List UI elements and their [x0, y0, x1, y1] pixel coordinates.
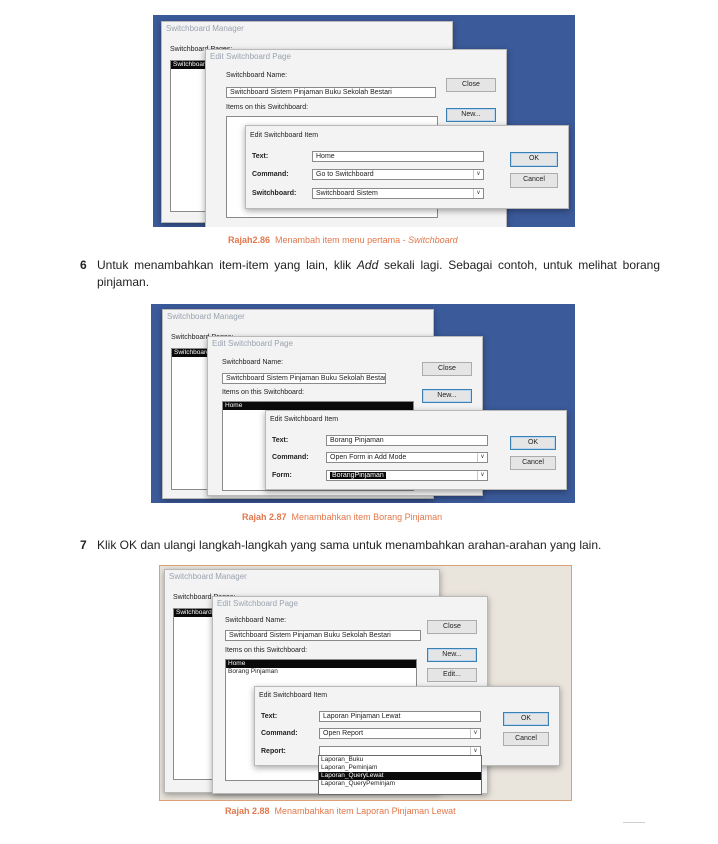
text-input[interactable]: Borang Pinjaman	[326, 435, 488, 446]
window-title: Switchboard Manager	[167, 312, 245, 321]
step-6: 6 Untuk menambahkan item-item yang lain,…	[80, 257, 660, 291]
step-text-a: Untuk menambahkan item-item yang lain, k…	[97, 258, 357, 272]
switchboard-name-input[interactable]: Switchboard Sistem Pinjaman Buku Sekolah…	[226, 87, 436, 98]
new-button[interactable]: New...	[446, 108, 496, 122]
list-item[interactable]: Home	[223, 402, 413, 410]
figure-1-caption: Rajah2.86 Menambah item menu pertama - S…	[228, 235, 458, 245]
items-label: Items on this Switchboard:	[222, 389, 305, 396]
close-button[interactable]: Close	[427, 620, 477, 634]
new-button[interactable]: New...	[427, 648, 477, 662]
command-label: Command:	[261, 730, 298, 737]
close-button[interactable]: Close	[446, 78, 496, 92]
command-select[interactable]: Go to Switchboard ∨	[312, 169, 484, 180]
command-select[interactable]: Open Form in Add Mode ∨	[326, 452, 488, 463]
caption-number: Rajah2.86	[228, 235, 271, 245]
step-number: 6	[80, 258, 87, 272]
window-title: Edit Switchboard Item	[270, 416, 339, 423]
switchboard-name-label: Switchboard Name:	[225, 617, 287, 624]
edit-switchboard-item-window: Edit Switchboard Item Text: Home Command…	[245, 125, 569, 209]
text-input[interactable]: Home	[312, 151, 484, 162]
text-input[interactable]: Laporan Pinjaman Lewat	[319, 711, 481, 722]
caption-emphasis: Switchboard	[408, 235, 458, 245]
report-dropdown-list[interactable]: Laporan_Buku Laporan_Peminjam Laporan_Qu…	[318, 755, 482, 795]
cancel-button[interactable]: Cancel	[510, 173, 558, 188]
window-title: Edit Switchboard Page	[212, 339, 293, 348]
caption-text: Menambahkan item Borang Pinjaman	[291, 512, 443, 522]
command-label: Command:	[272, 454, 309, 461]
window-title: Edit Switchboard Page	[217, 599, 298, 608]
dropdown-option[interactable]: Laporan_Peminjam	[319, 764, 481, 772]
caption-number: Rajah 2.87	[242, 512, 287, 522]
close-button[interactable]: Close	[422, 362, 472, 376]
form-value: BorangPinjaman	[330, 472, 386, 479]
figure-3-screenshot: Switchboard Manager Switchboard Pages: S…	[159, 565, 572, 801]
window-title: Switchboard Manager	[166, 24, 244, 33]
ok-button[interactable]: OK	[503, 712, 549, 726]
text-label: Text:	[252, 153, 269, 160]
edit-switchboard-item-window: Edit Switchboard Item Text: Laporan Pinj…	[254, 686, 560, 766]
switchboard-name-label: Switchboard Name:	[226, 72, 288, 79]
chevron-down-icon[interactable]: ∨	[477, 453, 487, 462]
form-label: Form:	[272, 472, 292, 479]
page-edge-curl	[623, 822, 645, 826]
list-item[interactable]: Home	[226, 660, 416, 668]
step-7: 7 Klik OK dan ulangi langkah-langkah yan…	[80, 537, 680, 554]
edit-switchboard-item-window: Edit Switchboard Item Text: Borang Pinja…	[265, 410, 567, 490]
command-value: Go to Switchboard	[316, 171, 374, 178]
caption-number: Rajah 2.88	[225, 806, 270, 816]
step-text-em: Add	[356, 258, 379, 272]
items-label: Items on this Switchboard:	[226, 104, 309, 111]
figure-2-screenshot: Switchboard Manager Switchboard Pages: S…	[151, 304, 575, 503]
form-select[interactable]: BorangPinjaman ∨	[326, 470, 488, 481]
command-label: Command:	[252, 171, 289, 178]
figure-1-screenshot: Switchboard Manager Switchboard Pages: S…	[153, 15, 575, 227]
edit-button[interactable]: Edit...	[427, 668, 477, 682]
chevron-down-icon[interactable]: ∨	[473, 189, 483, 198]
figure-2-caption: Rajah 2.87 Menambahkan item Borang Pinja…	[242, 512, 442, 522]
caption-text: Menambahkan item Laporan Pinjaman Lewat	[274, 806, 456, 816]
figure-3-caption: Rajah 2.88 Menambahkan item Laporan Pinj…	[225, 806, 456, 816]
window-title: Edit Switchboard Item	[259, 692, 328, 699]
switchboard-value: Switchboard Sistem	[316, 190, 378, 197]
window-title: Edit Switchboard Item	[250, 132, 319, 139]
items-label: Items on this Switchboard:	[225, 647, 308, 654]
command-value: Open Form in Add Mode	[330, 454, 407, 461]
chevron-down-icon[interactable]: ∨	[477, 471, 487, 480]
command-select[interactable]: Open Report ∨	[319, 728, 481, 739]
dropdown-option[interactable]: Laporan_QueryLewat	[319, 772, 481, 780]
switchboard-name-input[interactable]: Switchboard Sistem Pinjaman Buku Sekolah…	[222, 373, 386, 384]
switchboard-select[interactable]: Switchboard Sistem ∨	[312, 188, 484, 199]
command-value: Open Report	[323, 730, 364, 737]
chevron-down-icon[interactable]: ∨	[473, 170, 483, 179]
text-label: Text:	[272, 437, 289, 444]
dropdown-option[interactable]: Laporan_Buku	[319, 756, 481, 764]
caption-text: Menambah item menu pertama -	[275, 235, 409, 245]
window-title: Edit Switchboard Page	[210, 52, 291, 61]
text-label: Text:	[261, 713, 278, 720]
switchboard-name-label: Switchboard Name:	[222, 359, 284, 366]
step-number: 7	[80, 538, 87, 552]
chevron-down-icon[interactable]: ∨	[470, 729, 480, 738]
report-label: Report:	[261, 748, 286, 755]
dropdown-option[interactable]: Laporan_QueryPeminjam	[319, 780, 481, 788]
ok-button[interactable]: OK	[510, 436, 556, 450]
cancel-button[interactable]: Cancel	[510, 456, 556, 470]
switchboard-name-input[interactable]: Switchboard Sistem Pinjaman Buku Sekolah…	[225, 630, 421, 641]
cancel-button[interactable]: Cancel	[503, 732, 549, 746]
step-text: Klik OK dan ulangi langkah-langkah yang …	[97, 538, 602, 552]
list-item[interactable]: Borang Pinjaman	[226, 668, 416, 676]
ok-button[interactable]: OK	[510, 152, 558, 167]
window-title: Switchboard Manager	[169, 572, 247, 581]
switchboard-label: Switchboard:	[252, 190, 297, 197]
new-button[interactable]: New...	[422, 389, 472, 403]
